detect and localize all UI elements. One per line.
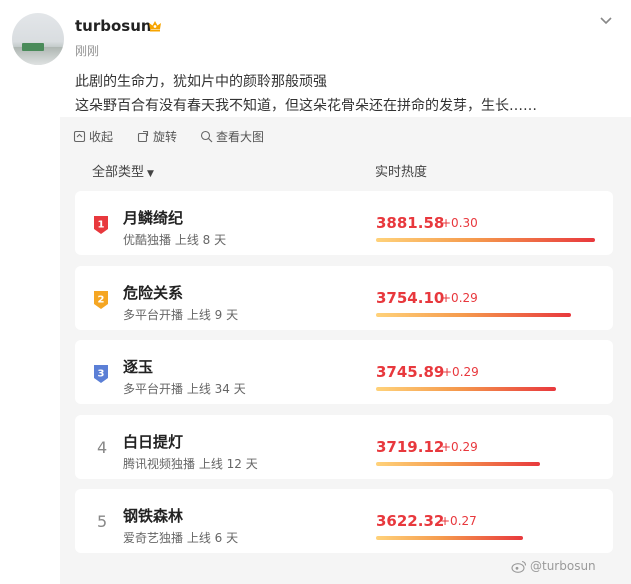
view-large-label: 查看大图 (216, 130, 265, 144)
heat-delta: +0.29 (441, 440, 478, 454)
avatar-house (22, 43, 44, 51)
collapse-icon (73, 130, 86, 143)
post-text-line1: 此剧的生命力，犹如片中的颜聆那般顽强 (75, 74, 327, 90)
view-large-button[interactable]: 查看大图 (200, 128, 264, 145)
heat-bar (376, 462, 540, 466)
avatar[interactable] (12, 13, 64, 65)
chevron-down-icon[interactable] (598, 12, 614, 28)
drama-subtitle: 多平台开播 上线 34 天 (123, 382, 246, 396)
drama-subtitle: 优酷独播 上线 8 天 (123, 233, 227, 247)
rank-row[interactable]: 2 危险关系 多平台开播 上线 9 天 3754.10 +0.29 (75, 266, 613, 330)
heat-delta: +0.29 (441, 291, 478, 305)
svg-text:3: 3 (98, 369, 105, 380)
drama-subtitle: 腾讯视频独播 上线 12 天 (123, 457, 258, 471)
rank-row[interactable]: 5 钢铁森林 爱奇艺独播 上线 6 天 3622.32 +0.27 (75, 489, 613, 553)
weibo-logo-icon (511, 560, 527, 573)
heat-score: 3622.32 (376, 512, 445, 530)
heat-bar (376, 536, 523, 540)
rank-row[interactable]: 3 逐玉 多平台开播 上线 34 天 3745.89 +0.29 (75, 340, 613, 404)
rank-badge-2-icon: 2 (94, 291, 108, 309)
watermark-text: @turbosun (530, 559, 596, 573)
rank-number: 5 (97, 512, 108, 531)
rank-badge-3-icon: 3 (94, 365, 108, 383)
rotate-icon (137, 130, 149, 143)
rank-number: 4 (97, 438, 108, 457)
rotate-label: 旋转 (153, 130, 178, 144)
username[interactable]: turbosun (75, 17, 152, 35)
collect-button[interactable]: 收起 (73, 128, 113, 145)
rank-badge-1-icon: 1 (94, 216, 108, 234)
rotate-button[interactable]: 旋转 (137, 128, 177, 145)
heat-score: 3745.89 (376, 363, 445, 381)
heat-score: 3881.58 (376, 214, 445, 232)
category-filter[interactable]: 全部类型 ▼ (92, 161, 154, 180)
caret-down-icon: ▼ (147, 169, 154, 179)
collect-label: 收起 (89, 130, 114, 144)
heat-bar (376, 313, 571, 317)
svg-text:2: 2 (98, 295, 105, 306)
heat-bar (376, 387, 556, 391)
drama-title: 月鳞绮纪 (123, 209, 184, 227)
rank-row[interactable]: 4 白日提灯 腾讯视频独播 上线 12 天 3719.12 +0.29 (75, 415, 613, 479)
crown-icon (149, 21, 161, 32)
drama-title: 逐玉 (123, 358, 154, 376)
heat-score: 3719.12 (376, 438, 445, 456)
category-filter-label: 全部类型 (92, 165, 145, 180)
heat-bar (376, 238, 595, 242)
heat-column-header: 实时热度 (375, 165, 428, 180)
post-text-line2: 这朵野百合有没有春天我不知道，但这朵花骨朵还在拼命的发芽，生长…… (75, 98, 537, 114)
weibo-watermark: @turbosun (511, 559, 596, 573)
heat-delta: +0.30 (441, 216, 478, 230)
magnify-icon (200, 130, 213, 143)
drama-title: 危险关系 (123, 284, 184, 302)
drama-subtitle: 多平台开播 上线 9 天 (123, 308, 239, 322)
heat-delta: +0.29 (442, 365, 479, 379)
svg-text:1: 1 (98, 220, 105, 231)
post-timestamp: 刚刚 (75, 44, 100, 58)
rank-row[interactable]: 1 月鳞绮纪 优酷独播 上线 8 天 3881.58 +0.30 (75, 191, 613, 255)
drama-title: 钢铁森林 (123, 507, 184, 525)
drama-title: 白日提灯 (123, 433, 184, 451)
drama-subtitle: 爱奇艺独播 上线 6 天 (123, 531, 239, 545)
heat-score: 3754.10 (376, 289, 445, 307)
heat-delta: +0.27 (440, 514, 477, 528)
